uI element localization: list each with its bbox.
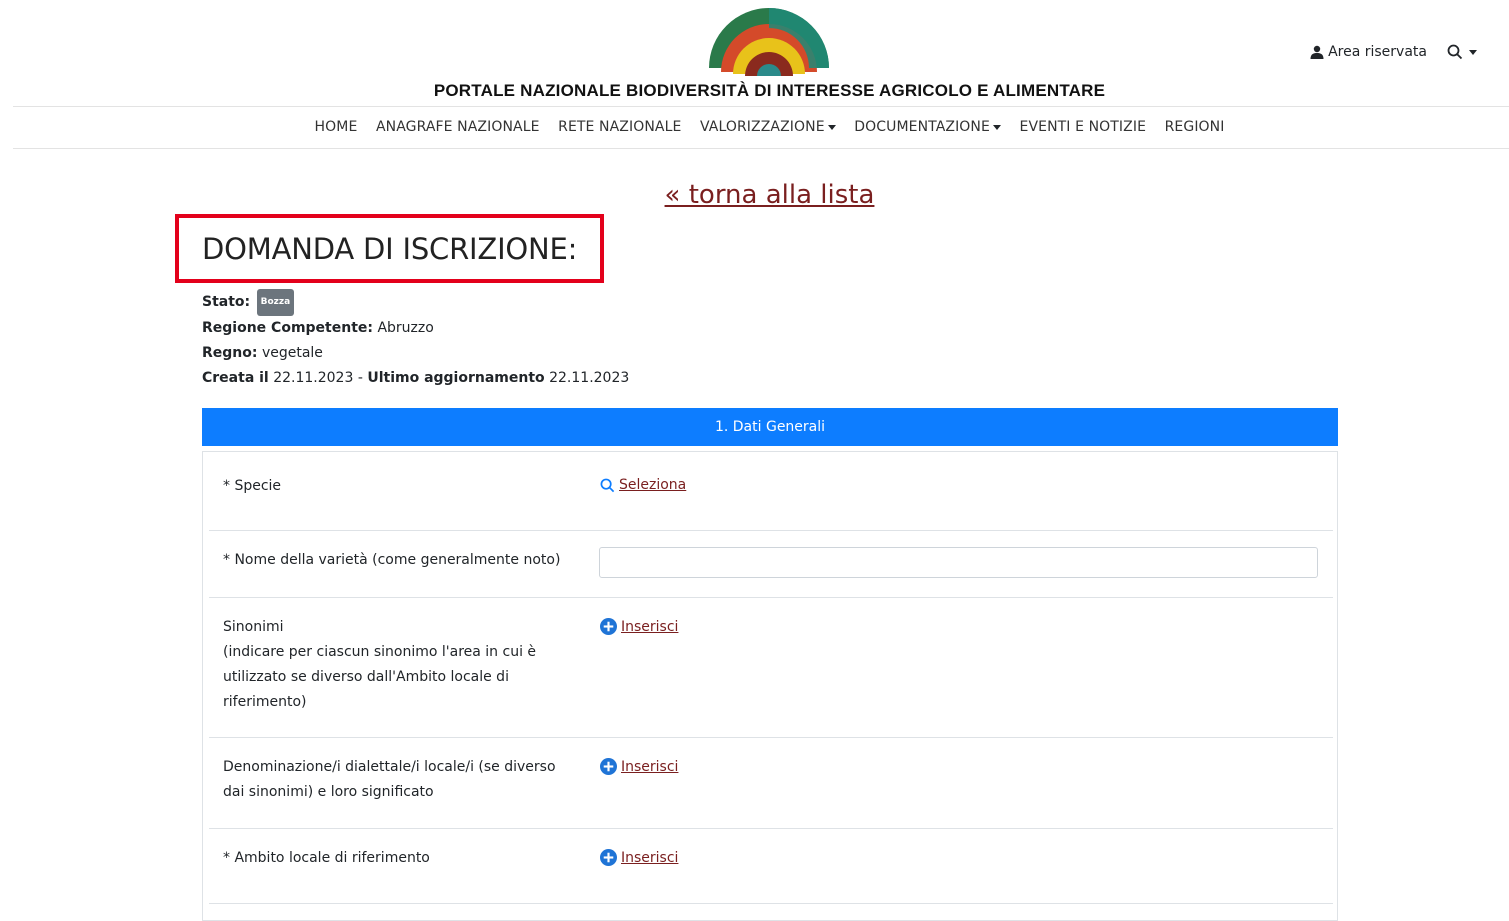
specie-label: * Specie [223, 478, 282, 494]
date-separator: - [357, 370, 363, 386]
back-to-list-link[interactable]: « torna alla lista [0, 180, 1509, 210]
form-row-denominazione: Denominazione/i dialettale/i locale/i (s… [209, 738, 1333, 829]
chevron-down-icon [992, 124, 1001, 130]
aggiornamento-label: Ultimo aggiornamento [367, 370, 545, 386]
sinonimi-note: (indicare per ciascun sinonimo l'area in… [223, 644, 537, 710]
seleziona-label: Seleziona [619, 477, 687, 493]
portal-logo [709, 8, 829, 76]
header-divider [13, 106, 1509, 107]
nav-item-rete[interactable]: RETE NAZIONALE [558, 119, 681, 135]
nav-item-valorizzazione[interactable]: VALORIZZAZIONE [700, 119, 836, 135]
meta-regno: Regno: vegetale [202, 341, 629, 366]
aggiornamento-value: 22.11.2023 [549, 370, 630, 386]
meta-stato: Stato: Bozza [202, 289, 629, 316]
main-nav: HOME ANAGRAFE NAZIONALE RETE NAZIONALE V… [0, 119, 1509, 135]
nav-item-documentazione[interactable]: DOCUMENTAZIONE [854, 119, 1001, 135]
stato-label: Stato: [202, 294, 251, 310]
search-dropdown[interactable] [1447, 44, 1477, 60]
inserisci-sinonimi-link[interactable]: Inserisci [600, 618, 678, 635]
nav-item-regioni[interactable]: REGIONI [1165, 119, 1225, 135]
inserisci-label: Inserisci [621, 849, 679, 866]
nav-item-eventi[interactable]: EVENTI E NOTIZIE [1020, 119, 1147, 135]
sinonimi-label: Sinonimi [223, 619, 284, 635]
plus-circle-icon [600, 618, 617, 635]
portal-title: PORTALE NAZIONALE BIODIVERSITÀ DI INTERE… [433, 81, 1106, 100]
header-utilities: Area riservata [1310, 44, 1477, 60]
form-row-nome-varieta: * Nome della varietà (come generalmente … [209, 531, 1333, 598]
user-icon [1310, 45, 1324, 59]
regione-value: Abruzzo [377, 320, 434, 336]
nome-varieta-input[interactable] [599, 547, 1318, 578]
area-riservata-link[interactable]: Area riservata [1310, 44, 1427, 60]
nome-varieta-label: * Nome della varietà (come generalmente … [223, 552, 561, 568]
nav-item-valorizzazione-label: VALORIZZAZIONE [700, 119, 825, 135]
inserisci-label: Inserisci [621, 758, 679, 775]
regno-label: Regno: [202, 345, 258, 361]
inserisci-label: Inserisci [621, 618, 679, 635]
chevron-down-icon [827, 124, 836, 130]
nav-item-anagrafe[interactable]: ANAGRAFE NAZIONALE [376, 119, 540, 135]
sinonimi-label-block: Sinonimi (indicare per ciascun sinonimo … [223, 615, 543, 715]
inserisci-denominazione-link[interactable]: Inserisci [600, 758, 678, 775]
page-title: DOMANDA DI ISCRIZIONE: [202, 232, 578, 266]
inserisci-ambito-link[interactable]: Inserisci [600, 849, 678, 866]
regno-value: vegetale [261, 345, 323, 361]
section-header-dati-generali: 1. Dati Generali [202, 408, 1338, 446]
status-badge: Bozza [256, 289, 295, 316]
nav-divider [13, 148, 1509, 149]
plus-circle-icon [600, 849, 617, 866]
application-meta: Stato: Bozza Regione Competente: Abruzzo… [202, 289, 629, 391]
meta-regione: Regione Competente: Abruzzo [202, 316, 629, 341]
form-row-specie: * Specie Seleziona [209, 452, 1333, 531]
seleziona-specie-link[interactable]: Seleziona [600, 477, 686, 493]
search-icon [600, 478, 615, 492]
ambito-label: * Ambito locale di riferimento [223, 850, 430, 866]
area-riservata-label: Area riservata [1328, 44, 1427, 60]
meta-dates: Creata il 22.11.2023 - Ultimo aggiorname… [202, 366, 629, 391]
nav-item-documentazione-label: DOCUMENTAZIONE [854, 119, 990, 135]
denominazione-label: Denominazione/i dialettale/i locale/i (s… [223, 759, 556, 800]
form-row-ambito: * Ambito locale di riferimento Inserisci [209, 829, 1333, 904]
creata-label: Creata il [202, 370, 269, 386]
nav-item-home[interactable]: HOME [315, 119, 358, 135]
plus-circle-icon [600, 758, 617, 775]
form-panel: * Specie Seleziona * Nome della varietà … [202, 451, 1338, 921]
regione-label: Regione Competente: [202, 320, 373, 336]
form-row-sinonimi: Sinonimi (indicare per ciascun sinonimo … [209, 598, 1333, 738]
chevron-down-icon [1469, 49, 1477, 55]
creata-value: 22.11.2023 [273, 370, 354, 386]
search-icon [1447, 44, 1463, 60]
